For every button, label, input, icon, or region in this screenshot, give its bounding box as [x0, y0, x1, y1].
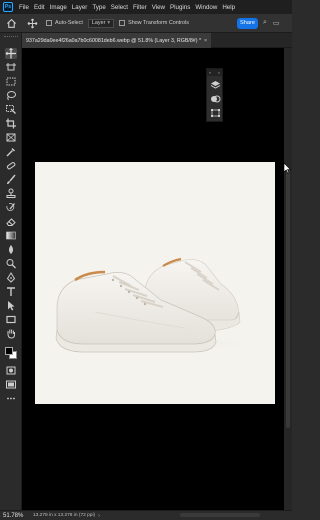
path-select-icon[interactable] — [5, 300, 17, 311]
blur-icon[interactable] — [5, 244, 17, 255]
chevron-right-icon[interactable]: › — [98, 513, 100, 519]
document-tab-bar: 937a29da0ee4f26a0a7b0c60081deb6.webp @ 5… — [22, 33, 292, 48]
horizontal-scrollbar[interactable] — [180, 513, 260, 517]
menu-help[interactable]: Help — [222, 4, 235, 11]
panel-grip[interactable] — [4, 36, 18, 39]
share-button[interactable]: Share — [237, 18, 258, 29]
foreground-background-swatches[interactable] — [4, 346, 18, 360]
vertical-scrollbar[interactable] — [284, 48, 292, 510]
menu-view[interactable]: View — [152, 4, 165, 11]
menu-filter[interactable]: Filter — [133, 4, 147, 11]
auto-select-checkbox[interactable] — [46, 20, 52, 26]
pen-icon[interactable] — [5, 272, 17, 283]
menu-edit[interactable]: Edit — [34, 4, 45, 11]
gradient-icon[interactable] — [5, 230, 17, 241]
screen-mode-icon[interactable] — [5, 379, 17, 390]
mouse-cursor-icon — [283, 162, 291, 174]
artboard-icon[interactable] — [5, 62, 17, 73]
crop-icon[interactable] — [5, 118, 17, 129]
brush-icon[interactable] — [5, 174, 17, 185]
auto-select-target-dropdown[interactable]: Layer ▾ — [87, 18, 115, 28]
hand-icon[interactable] — [5, 328, 17, 339]
collapse-icon[interactable]: » — [209, 69, 211, 76]
white-sneaker-image — [55, 257, 250, 353]
auto-select-label: Auto-Select — [55, 20, 83, 26]
show-transform-checkbox[interactable] — [119, 20, 126, 26]
close-icon[interactable]: × — [204, 38, 207, 44]
tools-panel — [0, 33, 22, 510]
frame-icon[interactable] — [5, 132, 17, 143]
dodge-icon[interactable] — [5, 258, 17, 269]
home-icon[interactable] — [6, 18, 17, 29]
search-icon[interactable]: ⌕ — [263, 19, 267, 27]
eraser-icon[interactable] — [5, 216, 17, 227]
floating-panel: » × — [206, 68, 223, 122]
status-bar: 51.78% 13.278 in x 13.278 in (72 ppi) › — [0, 510, 292, 520]
menu-bar: Ps File Edit Image Layer Type Select Fil… — [0, 0, 292, 14]
move-tool-options-icon[interactable] — [27, 18, 38, 29]
zoom-level[interactable]: 51.78% — [3, 513, 33, 519]
photoshop-logo-icon: Ps — [3, 2, 13, 12]
menu-file[interactable]: File — [19, 4, 29, 11]
transform-icon[interactable] — [210, 108, 221, 118]
chevron-down-icon: ▾ — [107, 19, 111, 26]
menu-image[interactable]: Image — [50, 4, 67, 11]
adjustments-icon[interactable] — [210, 94, 221, 104]
document-tab[interactable]: 937a29da0ee4f26a0a7b0c60081deb6.webp @ 5… — [22, 33, 212, 48]
quick-mask-icon[interactable] — [5, 365, 17, 376]
marquee-icon[interactable] — [5, 76, 17, 87]
vertical-scrollbar-thumb[interactable] — [286, 168, 290, 428]
clone-stamp-icon[interactable] — [5, 188, 17, 199]
show-transform-label: Show Transform Controls — [128, 20, 189, 26]
spot-heal-icon[interactable] — [5, 160, 17, 171]
menu-window[interactable]: Window — [195, 4, 217, 11]
history-brush-icon[interactable] — [5, 202, 17, 213]
menu-type[interactable]: Type — [92, 4, 105, 11]
object-select-icon[interactable] — [5, 104, 17, 115]
close-icon[interactable]: × — [218, 69, 220, 76]
edit-toolbar-icon[interactable] — [5, 393, 17, 404]
type-icon[interactable] — [5, 286, 17, 297]
lasso-icon[interactable] — [5, 90, 17, 101]
workspace-icon[interactable]: ▭ — [273, 19, 280, 27]
menu-select[interactable]: Select — [111, 4, 128, 11]
layers-icon[interactable] — [210, 80, 221, 90]
rectangle-icon[interactable] — [5, 314, 17, 325]
menu-plugins[interactable]: Plugins — [170, 4, 190, 11]
options-bar: Auto-Select Layer ▾ Show Transform Contro… — [0, 14, 292, 33]
options-right-icons: ⌕ ▭ — [263, 19, 280, 27]
move-icon[interactable] — [5, 48, 17, 59]
document-tab-title: 937a29da0ee4f26a0a7b0c60081deb6.webp @ 5… — [26, 37, 202, 44]
document-canvas[interactable] — [35, 162, 275, 404]
floating-panel-header[interactable]: » × — [207, 69, 222, 76]
eyedropper-icon[interactable] — [5, 146, 17, 157]
foreground-color-swatch[interactable] — [5, 347, 13, 355]
menu-layer[interactable]: Layer — [72, 4, 87, 11]
document-info: 13.278 in x 13.278 in (72 ppi) — [33, 513, 96, 518]
